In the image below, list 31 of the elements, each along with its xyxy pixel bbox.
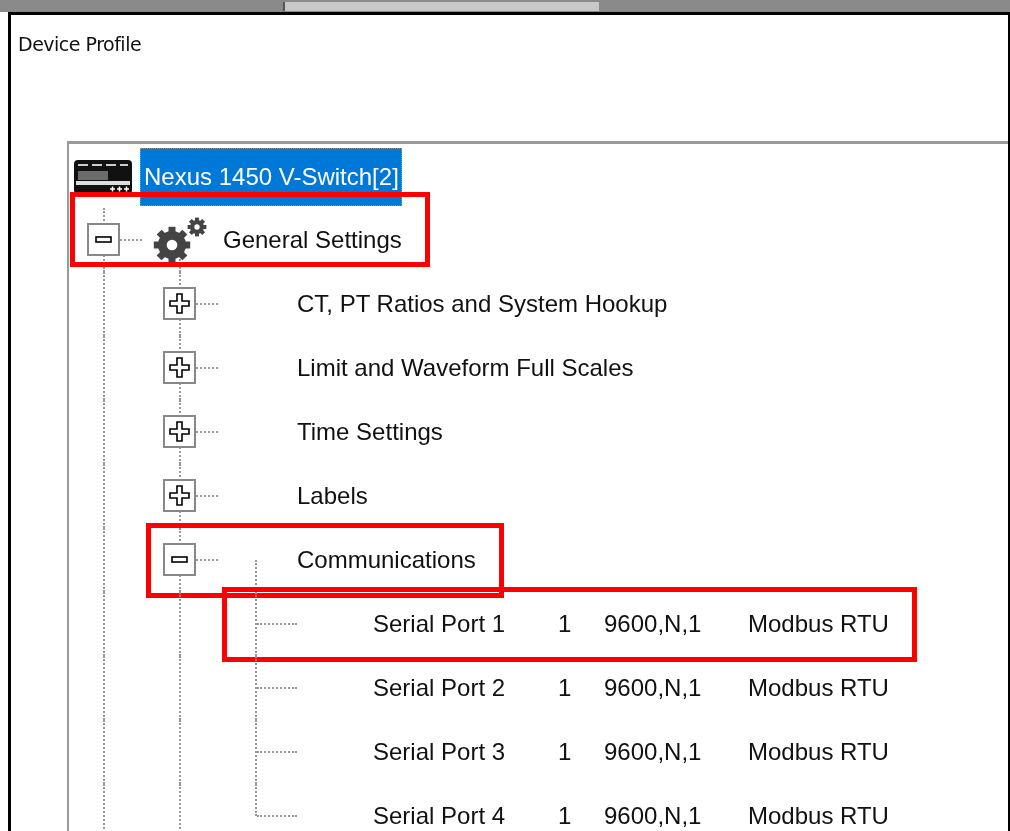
port-name[interactable]: Serial Port 3 (373, 738, 558, 766)
port-name[interactable]: Serial Port 1 (373, 610, 558, 638)
panel-title: Device Profile (17, 32, 142, 57)
expand-box-icon[interactable] (163, 415, 196, 448)
collapse-box-icon[interactable] (87, 223, 120, 256)
port-address: 1 (558, 802, 573, 830)
port-settings: 9600,N,1 (604, 802, 703, 830)
port-protocol: Modbus RTU (748, 610, 889, 638)
port-address: 1 (558, 738, 573, 766)
port-settings: 9600,N,1 (604, 738, 703, 766)
tree-item[interactable]: Labels (297, 482, 368, 510)
tree-item[interactable]: Time Settings (297, 418, 443, 446)
tree-item[interactable]: General Settings (223, 226, 402, 254)
tree-item[interactable]: Limit and Waveform Full Scales (297, 354, 634, 382)
port-name[interactable]: Serial Port 2 (373, 674, 558, 702)
port-settings: 9600,N,1 (604, 610, 703, 638)
tree-item[interactable]: CT, PT Ratios and System Hookup (297, 290, 668, 318)
expand-box-icon[interactable] (163, 351, 196, 384)
tree-item[interactable]: Communications (297, 546, 476, 574)
expand-box-icon[interactable] (163, 287, 196, 320)
tree-item[interactable]: Nexus 1450 V-Switch[2] (140, 148, 402, 206)
scrollbar-thumb[interactable] (283, 2, 599, 11)
port-protocol: Modbus RTU (748, 738, 889, 766)
port-protocol: Modbus RTU (748, 674, 889, 702)
port-address: 1 (558, 674, 573, 702)
collapse-box-icon[interactable] (163, 543, 196, 576)
port-settings: 9600,N,1 (604, 674, 703, 702)
expand-box-icon[interactable] (163, 479, 196, 512)
port-address: 1 (558, 610, 573, 638)
port-protocol: Modbus RTU (748, 802, 889, 830)
port-name[interactable]: Serial Port 4 (373, 802, 558, 830)
